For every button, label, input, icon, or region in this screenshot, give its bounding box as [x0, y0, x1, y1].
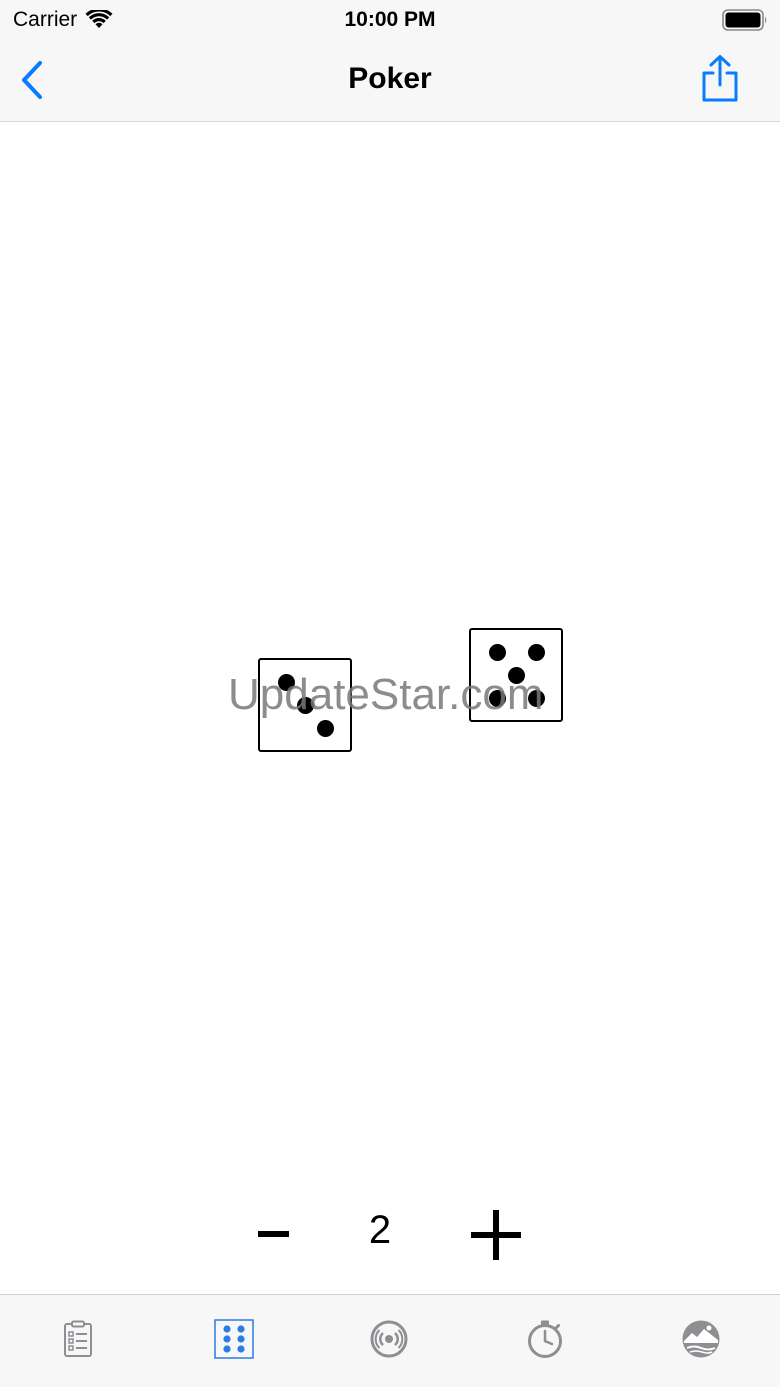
- minus-icon: [258, 1231, 289, 1237]
- die-pip: [297, 697, 314, 714]
- tab-bar: [0, 1294, 780, 1387]
- radio-signal-icon: [370, 1320, 408, 1358]
- die-pip: [317, 720, 334, 737]
- die-pip: [278, 674, 295, 691]
- status-time: 10:00 PM: [344, 8, 436, 31]
- dice-icon: [214, 1319, 254, 1359]
- die-face-3[interactable]: [258, 658, 352, 752]
- plus-icon: [471, 1210, 521, 1260]
- page-title: Poker: [348, 62, 432, 95]
- die-pip: [508, 667, 525, 684]
- navigation-bar: Poker: [0, 40, 780, 122]
- tab-landscape[interactable]: [681, 1319, 721, 1359]
- increment-button[interactable]: [468, 1208, 524, 1264]
- die-pip: [489, 690, 506, 707]
- die-pip: [489, 644, 506, 661]
- decrement-button[interactable]: [248, 1212, 300, 1258]
- clipboard-list-icon: [64, 1320, 92, 1357]
- tab-timer[interactable]: [525, 1319, 565, 1359]
- battery-icon: [722, 9, 767, 31]
- tab-checklist[interactable]: [58, 1319, 98, 1359]
- dice-area[interactable]: UpdateStar.com 2: [0, 122, 780, 1294]
- dice-count-value: 2: [368, 1208, 392, 1252]
- die-face-5[interactable]: [469, 628, 563, 722]
- tab-dice[interactable]: [214, 1319, 254, 1359]
- share-button[interactable]: [698, 54, 742, 104]
- share-icon: [702, 55, 738, 102]
- tab-signal[interactable]: [369, 1319, 409, 1359]
- die-pip: [528, 690, 545, 707]
- die-pip: [528, 644, 545, 661]
- stopwatch-icon: [528, 1320, 562, 1358]
- status-bar: Carrier 10:00 PM: [0, 0, 780, 40]
- landscape-icon: [682, 1320, 720, 1358]
